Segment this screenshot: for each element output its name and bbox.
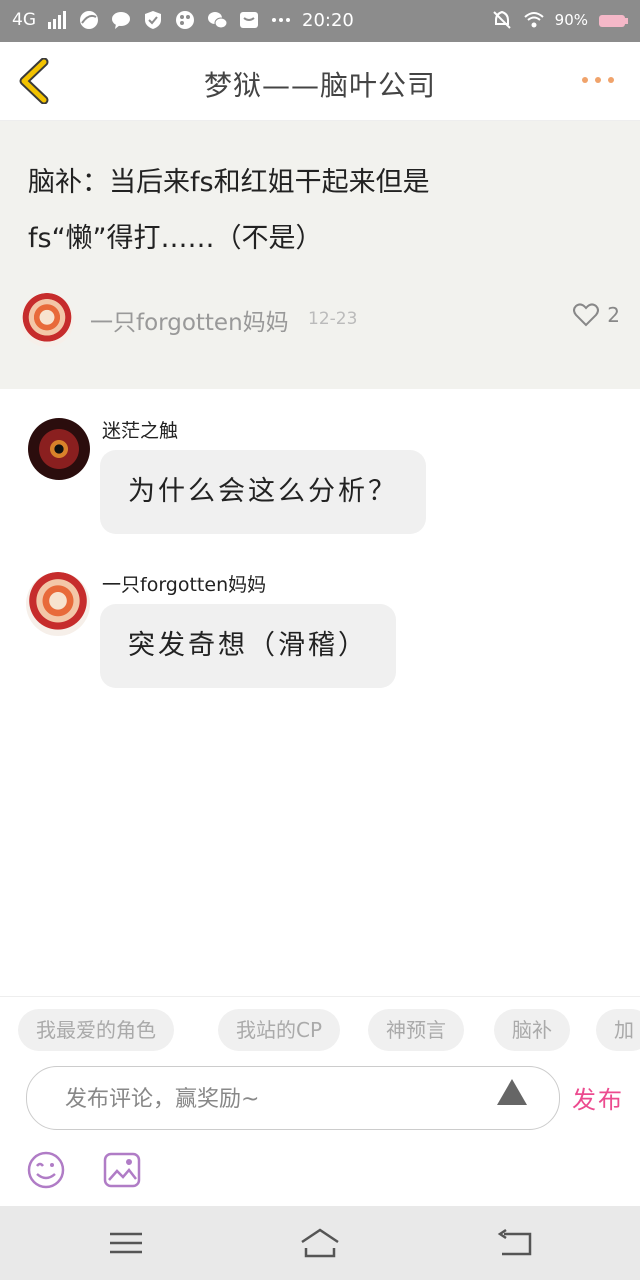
comment-input-box[interactable] [26,1066,560,1130]
smiley-icon [27,1151,65,1189]
home-icon[interactable] [298,1226,342,1260]
avatar[interactable] [28,418,90,480]
shield-icon [142,9,164,31]
menu-icon[interactable] [106,1226,146,1260]
emoji-button[interactable] [26,1150,66,1190]
avatar[interactable] [20,293,74,347]
more-button[interactable] [582,72,622,88]
mail-icon [238,9,260,31]
battery-label: 90% [554,11,588,29]
comment-author[interactable]: 迷茫之触 [102,416,178,443]
triangle-up-icon[interactable] [495,1075,529,1109]
like-count: 2 [607,303,620,327]
image-icon [103,1152,141,1188]
post-line-1: 脑补：当后来fs和红姐干起来但是 [28,167,430,198]
comment-item: 迷茫之触 为什么会这么分析？ [0,410,640,550]
post-date: 12-23 [308,309,358,329]
back-nav-icon[interactable] [496,1226,536,1260]
heart-icon [573,303,600,327]
wechat-icon [206,9,228,31]
signal-icon [46,9,68,31]
tag-more[interactable]: 加 [596,1009,640,1051]
tag-favorite-character[interactable]: 我最爱的角色 [18,1009,174,1051]
publish-button[interactable]: 发布 [572,1080,624,1115]
chat-icon [110,9,132,31]
tag-my-cp[interactable]: 我站的CP [218,1009,341,1051]
mute-icon [491,9,513,31]
more-dot [595,77,601,83]
post-text: 脑补：当后来fs和红姐干起来但是 fs“懒”得打……（不是） [28,155,588,267]
comment-input[interactable] [63,1079,467,1119]
palette-icon [174,9,196,31]
more-dot [608,77,614,83]
more-dots-icon [582,77,588,83]
post-author-name[interactable]: 一只forgotten妈妈 [90,303,289,337]
avatar[interactable] [26,572,90,636]
comment-item: 一只forgotten妈妈 突发奇想（滑稽） [0,564,640,704]
comment-bubble[interactable]: 为什么会这么分析？ [100,450,426,534]
tag-imagination[interactable]: 脑补 [494,1009,570,1051]
like-button[interactable]: 2 [573,303,620,327]
post-line-2: fs“懒”得打……（不是） [28,223,323,254]
wifi-icon [523,9,545,31]
post-author-row: 一只forgotten妈妈 12-23 2 [20,293,620,349]
quick-tags: 我最爱的角色 我站的CP 神预言 脑补 加 [0,996,640,1061]
network-label: 4G [12,10,36,30]
comment-bubble[interactable]: 突发奇想（滑稽） [100,604,396,688]
page-title: 梦狱——脑叶公司 [203,69,436,102]
clock: 20:20 [302,9,354,31]
original-post: 脑补：当后来fs和红姐干起来但是 fs“懒”得打……（不是） 一只forgott… [0,121,640,389]
battery-icon [598,9,630,31]
browser-icon [78,9,100,31]
status-bar: 4G 20:20 90% [0,0,640,42]
comment-author[interactable]: 一只forgotten妈妈 [102,570,266,597]
more-dots-icon [270,9,292,31]
header: 梦狱——脑叶公司 [0,42,640,121]
tag-prophecy[interactable]: 神预言 [368,1009,464,1051]
system-nav-bar [0,1206,640,1280]
image-button[interactable] [102,1150,142,1190]
